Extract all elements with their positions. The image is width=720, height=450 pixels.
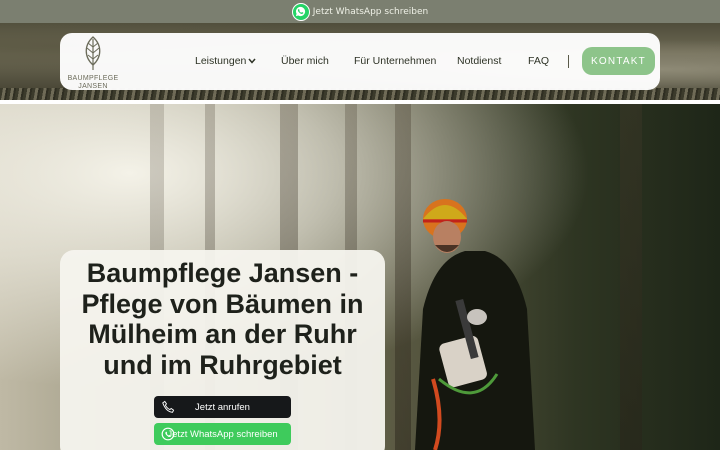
chevron-down-icon [248, 57, 256, 66]
nav-item-label: FAQ [528, 55, 550, 67]
nav-item-leistungen[interactable]: Leistungen [195, 55, 256, 67]
phone-icon [161, 400, 175, 414]
whatsapp-button-label: Jetzt WhatsApp schreiben [167, 428, 278, 440]
nav-item-label: Leistungen [195, 55, 247, 67]
hero-tree-trunk [620, 104, 642, 450]
nav-item-notdienst[interactable]: Notdienst [457, 55, 501, 67]
nav-item-label: Über mich [281, 55, 329, 67]
call-button[interactable]: Jetzt anrufen [154, 396, 291, 418]
nav-item-label: Für Unternehmen [354, 55, 437, 67]
nav-item-fuer-unternehmen[interactable]: Für Unternehmen [354, 55, 436, 67]
whatsapp-icon [161, 427, 175, 441]
hero-card: Baumpflege Jansen - Pflege von Bäumen in… [60, 250, 385, 450]
arborist-figure [415, 199, 535, 450]
nav-item-label: Notdienst [457, 55, 502, 67]
whatsapp-icon [291, 2, 310, 21]
whatsapp-button[interactable]: Jetzt WhatsApp schreiben [154, 423, 291, 445]
hero-section: Baumpflege Jansen - Pflege von Bäumen in… [0, 104, 720, 450]
top-whatsapp-label[interactable]: Jetzt WhatsApp schreiben [313, 7, 428, 17]
nav-item-faq[interactable]: FAQ [528, 55, 549, 67]
site-logo[interactable]: BAUMPFLEGE JANSEN [67, 35, 119, 90]
nav-item-ueber-mich[interactable]: Über mich [281, 55, 329, 67]
main-navbar: BAUMPFLEGE JANSEN Leistungen Über mich F… [60, 33, 660, 90]
nav-separator [568, 55, 569, 68]
call-button-label: Jetzt anrufen [195, 401, 250, 413]
leaf-logo-icon [80, 35, 106, 75]
logo-text-line1: BAUMPFLEGE [67, 75, 119, 82]
kontakt-button[interactable]: KONTAKT [582, 47, 655, 75]
logo-text-line2: JANSEN [78, 83, 108, 90]
hero-title: Baumpflege Jansen - Pflege von Bäumen in… [81, 258, 364, 380]
top-whatsapp-bar[interactable]: Jetzt WhatsApp schreiben [0, 0, 720, 23]
